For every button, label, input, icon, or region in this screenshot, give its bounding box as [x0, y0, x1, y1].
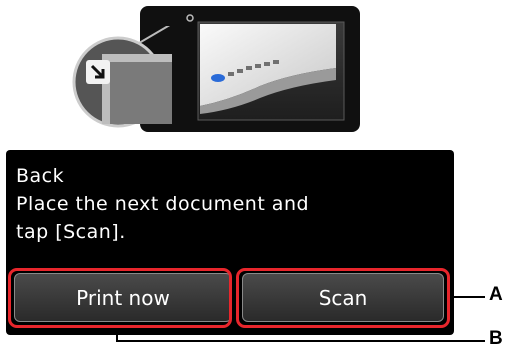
callout-outline-print-now [8, 268, 232, 328]
leader-line-b-horizontal [116, 340, 485, 342]
instruction-message: Back Place the next document and tap [Sc… [16, 162, 436, 246]
corner-zoom-icon [72, 26, 172, 128]
message-line-tap: tap [Scan]. [16, 221, 126, 243]
message-line-place: Place the next document and [16, 193, 310, 215]
callout-outline-scan [236, 268, 450, 328]
leader-line-a [450, 296, 485, 298]
callout-label-b: B [489, 328, 503, 349]
message-line-back: Back [16, 165, 65, 187]
callout-label-a: A [489, 284, 503, 305]
